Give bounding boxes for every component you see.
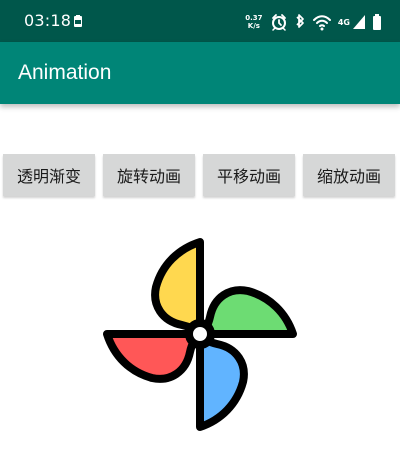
alarm-clock-icon — [271, 14, 286, 31]
green-blade — [196, 286, 297, 338]
alpha-animation-button[interactable]: 透明渐变 — [3, 154, 95, 196]
bluetooth-icon — [296, 14, 304, 28]
app-screen: 03:18 0.37 K/s 4G Animation 透明渐变 旋转动画 平移… — [0, 0, 400, 456]
status-time: 03:18 — [24, 11, 72, 30]
network-speed-value: 0.37 — [245, 14, 263, 22]
windmill-icon — [103, 238, 297, 431]
signal-icon — [353, 15, 365, 29]
battery-icon — [373, 14, 381, 30]
app-bar: Animation — [0, 42, 400, 104]
sim-storage-icon — [74, 15, 82, 27]
network-speed-icon: 0.37 K/s — [244, 12, 264, 32]
network-speed-unit: K/s — [247, 22, 260, 30]
app-title: Animation — [18, 61, 112, 84]
windmill-center — [185, 319, 215, 349]
animation-button-row: 透明渐变 旋转动画 平移动画 缩放动画 — [3, 154, 397, 196]
yellow-blade — [151, 238, 204, 338]
status-bar: 03:18 0.37 K/s 4G — [0, 0, 400, 42]
translate-animation-button[interactable]: 平移动画 — [203, 154, 295, 196]
wifi-icon — [312, 15, 331, 31]
rotate-animation-button[interactable]: 旋转动画 — [103, 154, 195, 196]
scale-animation-button[interactable]: 缩放动画 — [303, 154, 395, 196]
blue-blade — [196, 330, 248, 431]
red-blade — [103, 330, 204, 383]
network-type-label: 4G — [337, 17, 350, 27]
status-icons: 0.37 K/s 4G — [244, 11, 382, 33]
